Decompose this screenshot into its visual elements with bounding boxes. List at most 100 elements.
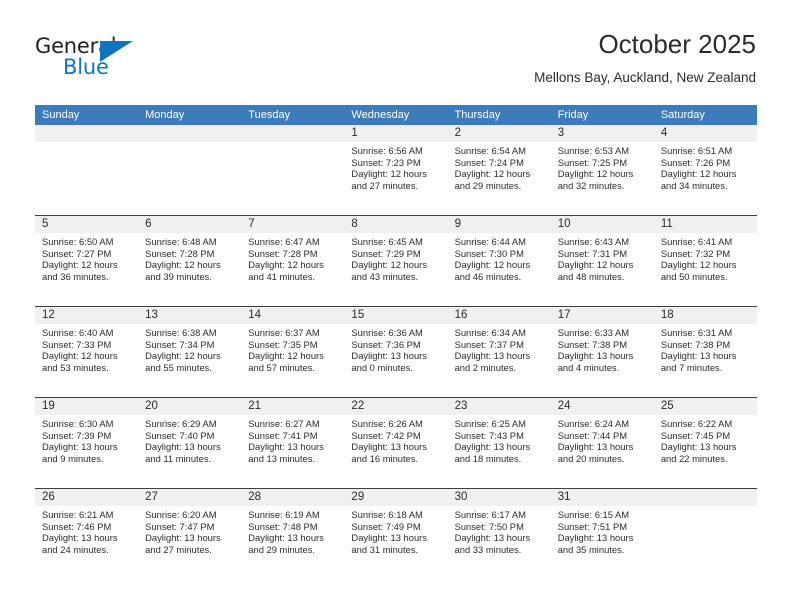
calendar-day-cell[interactable]: 21 Sunrise: 6:27 AM Sunset: 7:41 PM Dayligh… (241, 398, 345, 488)
sunset-time: Sunset: 7:33 PM (42, 338, 112, 350)
calendar-day-cell[interactable]: 18 Sunrise: 6:31 AM Sunset: 7:38 PM Dayligh… (653, 307, 757, 397)
calendar-day-cell[interactable]: 10 Sunrise: 6:43 AM Sunset: 7:31 PM Dayligh… (550, 216, 654, 306)
daylight-duration-line2: and 2 minutes. (454, 361, 517, 373)
calendar-day-cell-empty (35, 125, 139, 215)
day-sun-info: Sunrise: 6:48 AM Sunset: 7:28 PM Daylight:… (138, 233, 241, 282)
day-number: 1 (344, 125, 448, 142)
sunrise-time: Sunrise: 6:17 AM (454, 509, 526, 520)
day-number: 10 (550, 216, 654, 233)
calendar-day-cell[interactable]: 13 Sunrise: 6:38 AM Sunset: 7:34 PM Dayligh… (138, 307, 242, 397)
calendar-day-cell[interactable]: 15 Sunrise: 6:36 AM Sunset: 7:36 PM Dayligh… (344, 307, 448, 397)
sunset-time: Sunset: 7:28 PM (248, 247, 318, 259)
calendar-day-cell[interactable]: 19 Sunrise: 6:30 AM Sunset: 7:39 PM Dayligh… (35, 398, 139, 488)
daylight-duration-line1: Daylight: 12 hours (145, 350, 221, 362)
day-sun-info: Sunrise: 6:18 AM Sunset: 7:49 PM Daylight:… (344, 506, 447, 555)
day-sun-info: Sunrise: 6:15 AM Sunset: 7:51 PM Daylight:… (551, 506, 654, 555)
calendar-week-row: 1 Sunrise: 6:56 AM Sunset: 7:23 PM Daylight… (35, 125, 757, 215)
sunset-time: Sunset: 7:37 PM (454, 338, 524, 350)
calendar-day-cell[interactable]: 31 Sunrise: 6:15 AM Sunset: 7:51 PM Dayligh… (550, 489, 654, 579)
page-subtitle: Mellons Bay, Auckland, New Zealand (534, 69, 756, 85)
calendar-day-cell[interactable]: 17 Sunrise: 6:33 AM Sunset: 7:38 PM Dayligh… (550, 307, 654, 397)
day-sun-info: Sunrise: 6:31 AM Sunset: 7:38 PM Daylight:… (654, 324, 757, 373)
daylight-duration-line2: and 57 minutes. (248, 361, 315, 373)
calendar-day-cell[interactable]: 28 Sunrise: 6:19 AM Sunset: 7:48 PM Dayligh… (241, 489, 345, 579)
calendar-day-cell[interactable]: 22 Sunrise: 6:26 AM Sunset: 7:42 PM Dayligh… (344, 398, 448, 488)
calendar-day-cell[interactable]: 1 Sunrise: 6:56 AM Sunset: 7:23 PM Daylight… (344, 125, 448, 215)
general-blue-logo[interactable]: General Blue (35, 36, 155, 84)
day-sun-info: Sunrise: 6:34 AM Sunset: 7:37 PM Daylight:… (448, 324, 551, 373)
day-number: 9 (447, 216, 551, 233)
calendar-day-cell[interactable]: 4 Sunrise: 6:51 AM Sunset: 7:26 PM Daylight… (653, 125, 757, 215)
calendar-day-cell[interactable]: 9 Sunrise: 6:44 AM Sunset: 7:30 PM Daylight… (447, 216, 551, 306)
sunset-time: Sunset: 7:34 PM (145, 338, 215, 350)
calendar-grid: Sunday Monday Tuesday Wednesday Thursday… (35, 105, 757, 579)
sunrise-time: Sunrise: 6:54 AM (454, 145, 526, 156)
calendar-day-cell[interactable]: 24 Sunrise: 6:24 AM Sunset: 7:44 PM Dayligh… (550, 398, 654, 488)
daylight-duration-line1: Daylight: 13 hours (42, 532, 118, 544)
calendar-day-cell[interactable]: 16 Sunrise: 6:34 AM Sunset: 7:37 PM Dayligh… (447, 307, 551, 397)
sunset-time: Sunset: 7:46 PM (42, 520, 112, 532)
calendar-day-cell[interactable]: 30 Sunrise: 6:17 AM Sunset: 7:50 PM Dayligh… (447, 489, 551, 579)
calendar-day-cell[interactable]: 26 Sunrise: 6:21 AM Sunset: 7:46 PM Dayligh… (35, 489, 139, 579)
sunrise-time: Sunrise: 6:50 AM (42, 236, 114, 247)
calendar-day-cell[interactable]: 11 Sunrise: 6:41 AM Sunset: 7:32 PM Dayligh… (653, 216, 757, 306)
calendar-day-cell[interactable]: 25 Sunrise: 6:22 AM Sunset: 7:45 PM Dayligh… (653, 398, 757, 488)
sunrise-time: Sunrise: 6:27 AM (248, 418, 320, 429)
sunset-time: Sunset: 7:27 PM (42, 247, 112, 259)
daylight-duration-line2: and 0 minutes. (351, 361, 413, 373)
sunset-time: Sunset: 7:38 PM (660, 338, 731, 350)
day-sun-info: Sunrise: 6:19 AM Sunset: 7:48 PM Daylight:… (241, 506, 344, 555)
calendar-day-cell[interactable]: 2 Sunrise: 6:54 AM Sunset: 7:24 PM Daylight… (447, 125, 551, 215)
daylight-duration-line2: and 29 minutes. (454, 179, 522, 191)
daylight-duration-line1: Daylight: 13 hours (660, 350, 737, 362)
sunrise-time: Sunrise: 6:15 AM (557, 509, 630, 520)
day-number: 23 (447, 398, 551, 415)
day-sun-info: Sunrise: 6:44 AM Sunset: 7:30 PM Daylight:… (448, 233, 551, 282)
daylight-duration-line2: and 43 minutes. (351, 270, 419, 282)
sunrise-time: Sunrise: 6:53 AM (557, 145, 630, 156)
day-sun-info: Sunrise: 6:20 AM Sunset: 7:47 PM Daylight:… (138, 506, 241, 555)
weekday-header-tuesday: Tuesday (248, 109, 291, 121)
sunrise-time: Sunrise: 6:22 AM (660, 418, 733, 429)
calendar-day-cell[interactable]: 27 Sunrise: 6:20 AM Sunset: 7:47 PM Dayligh… (138, 489, 242, 579)
calendar-day-cell[interactable]: 8 Sunrise: 6:45 AM Sunset: 7:29 PM Daylight… (344, 216, 448, 306)
sunrise-time: Sunrise: 6:26 AM (351, 418, 423, 429)
day-sun-info: Sunrise: 6:17 AM Sunset: 7:50 PM Daylight:… (448, 506, 551, 555)
weekday-header-row: Sunday Monday Tuesday Wednesday Thursday… (35, 105, 757, 125)
calendar-day-cell[interactable]: 12 Sunrise: 6:40 AM Sunset: 7:33 PM Dayligh… (35, 307, 139, 397)
calendar-day-cell[interactable]: 3 Sunrise: 6:53 AM Sunset: 7:25 PM Daylight… (550, 125, 654, 215)
sunrise-time: Sunrise: 6:56 AM (351, 145, 423, 156)
day-number: 7 (241, 216, 345, 233)
sunrise-time: Sunrise: 6:33 AM (557, 327, 630, 338)
sunrise-time: Sunrise: 6:20 AM (145, 509, 217, 520)
day-sun-info: Sunrise: 6:47 AM Sunset: 7:28 PM Daylight:… (241, 233, 344, 282)
calendar-day-cell[interactable]: 6 Sunrise: 6:48 AM Sunset: 7:28 PM Daylight… (138, 216, 242, 306)
daylight-duration-line1: Daylight: 13 hours (42, 441, 118, 453)
daylight-duration-line2: and 7 minutes. (660, 361, 723, 373)
sunrise-time: Sunrise: 6:30 AM (42, 418, 114, 429)
daylight-duration-line2: and 29 minutes. (248, 543, 315, 555)
sunrise-time: Sunrise: 6:34 AM (454, 327, 526, 338)
calendar-day-cell[interactable]: 29 Sunrise: 6:18 AM Sunset: 7:49 PM Dayligh… (344, 489, 448, 579)
calendar-day-cell[interactable]: 5 Sunrise: 6:50 AM Sunset: 7:27 PM Daylight… (35, 216, 139, 306)
weekday-header-wednesday: Wednesday (351, 109, 410, 121)
calendar-day-cell[interactable]: 20 Sunrise: 6:29 AM Sunset: 7:40 PM Dayligh… (138, 398, 242, 488)
sunset-time: Sunset: 7:39 PM (42, 429, 112, 441)
daylight-duration-line2: and 27 minutes. (351, 179, 419, 191)
day-number: 22 (344, 398, 448, 415)
daylight-duration-line1: Daylight: 12 hours (351, 259, 427, 271)
calendar-day-cell[interactable]: 14 Sunrise: 6:37 AM Sunset: 7:35 PM Dayligh… (241, 307, 345, 397)
day-number: 31 (550, 489, 654, 506)
sunset-time: Sunset: 7:31 PM (557, 247, 628, 259)
calendar-day-cell[interactable]: 7 Sunrise: 6:47 AM Sunset: 7:28 PM Daylight… (241, 216, 345, 306)
calendar-day-cell[interactable]: 23 Sunrise: 6:25 AM Sunset: 7:43 PM Dayligh… (447, 398, 551, 488)
sunset-time: Sunset: 7:24 PM (454, 156, 524, 168)
sunrise-time: Sunrise: 6:37 AM (248, 327, 320, 338)
day-number: 15 (344, 307, 448, 324)
daylight-duration-line2: and 9 minutes. (42, 452, 104, 464)
daylight-duration-line2: and 24 minutes. (42, 543, 109, 555)
daylight-duration-line2: and 39 minutes. (145, 270, 212, 282)
day-sun-info: Sunrise: 6:30 AM Sunset: 7:39 PM Daylight:… (35, 415, 138, 464)
daylight-duration-line1: Daylight: 13 hours (660, 441, 737, 453)
daylight-duration-line1: Daylight: 13 hours (145, 441, 221, 453)
